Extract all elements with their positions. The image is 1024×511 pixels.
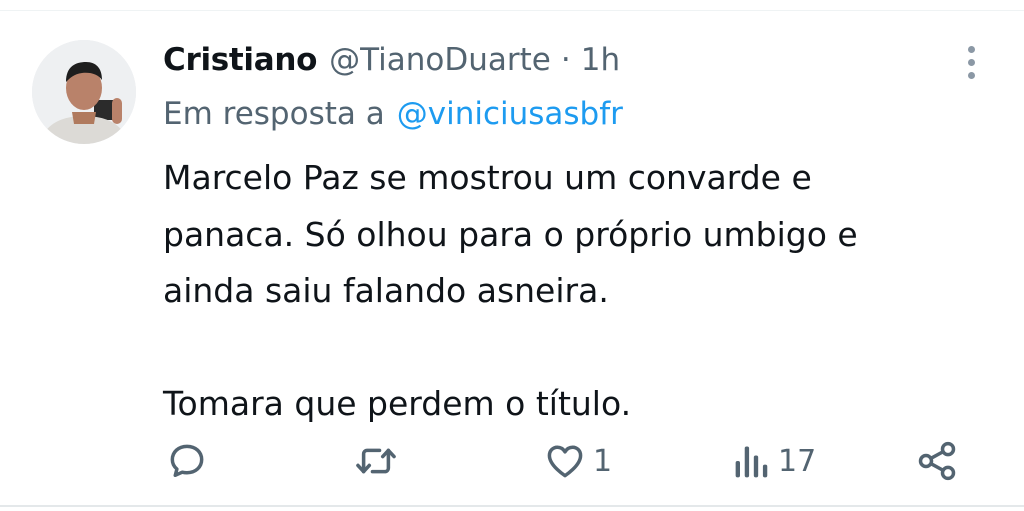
more-dot-icon <box>967 45 975 53</box>
reply-mention-link[interactable]: @viniciusasbfr <box>397 96 623 132</box>
top-divider <box>0 10 1024 11</box>
reply-prefix: Em resposta a <box>163 96 385 132</box>
tweet-text-line: Marcelo Paz se mostrou um convarde e <box>163 158 812 197</box>
more-options-button[interactable] <box>955 40 987 84</box>
display-name[interactable]: Cristiano <box>163 42 317 78</box>
tweet-text-line: Tomara que perdem o título. <box>163 384 632 423</box>
views-icon <box>735 446 768 478</box>
retweet-icon <box>356 448 396 474</box>
user-handle[interactable]: @TianoDuarte <box>329 42 551 78</box>
share-icon <box>918 441 956 481</box>
avatar[interactable] <box>32 40 136 144</box>
timestamp[interactable]: 1h <box>581 42 620 78</box>
like-count: 1 <box>593 443 613 479</box>
tweet-text-line: panaca. Só olhou para o próprio umbigo e <box>163 214 858 254</box>
views-count: 17 <box>778 443 817 479</box>
tweet-card[interactable]: Cristiano @TianoDuarte · 1h Em resposta … <box>0 0 1024 511</box>
more-dot-icon <box>967 58 975 66</box>
separator-dot: · <box>560 42 571 78</box>
reply-context: Em resposta a @viniciusasbfr <box>163 94 623 134</box>
avatar-photo <box>32 40 136 144</box>
reply-icon <box>170 444 204 478</box>
heart-icon <box>547 445 583 478</box>
tweet-header: Cristiano @TianoDuarte · 1h <box>163 40 620 80</box>
tweet-text-line: ainda saiu falando asneira. <box>163 271 609 310</box>
retweet-button[interactable] <box>353 436 399 486</box>
bottom-divider <box>0 505 1024 507</box>
action-bar: 1 17 <box>0 436 1024 486</box>
tweet-text: Marcelo Paz se mostrou um convarde e pan… <box>163 150 983 433</box>
share-button[interactable] <box>914 436 960 486</box>
views-button[interactable]: 17 <box>732 436 816 486</box>
more-dot-icon <box>967 71 975 79</box>
like-button[interactable]: 1 <box>543 436 612 486</box>
reply-button[interactable] <box>165 436 209 486</box>
